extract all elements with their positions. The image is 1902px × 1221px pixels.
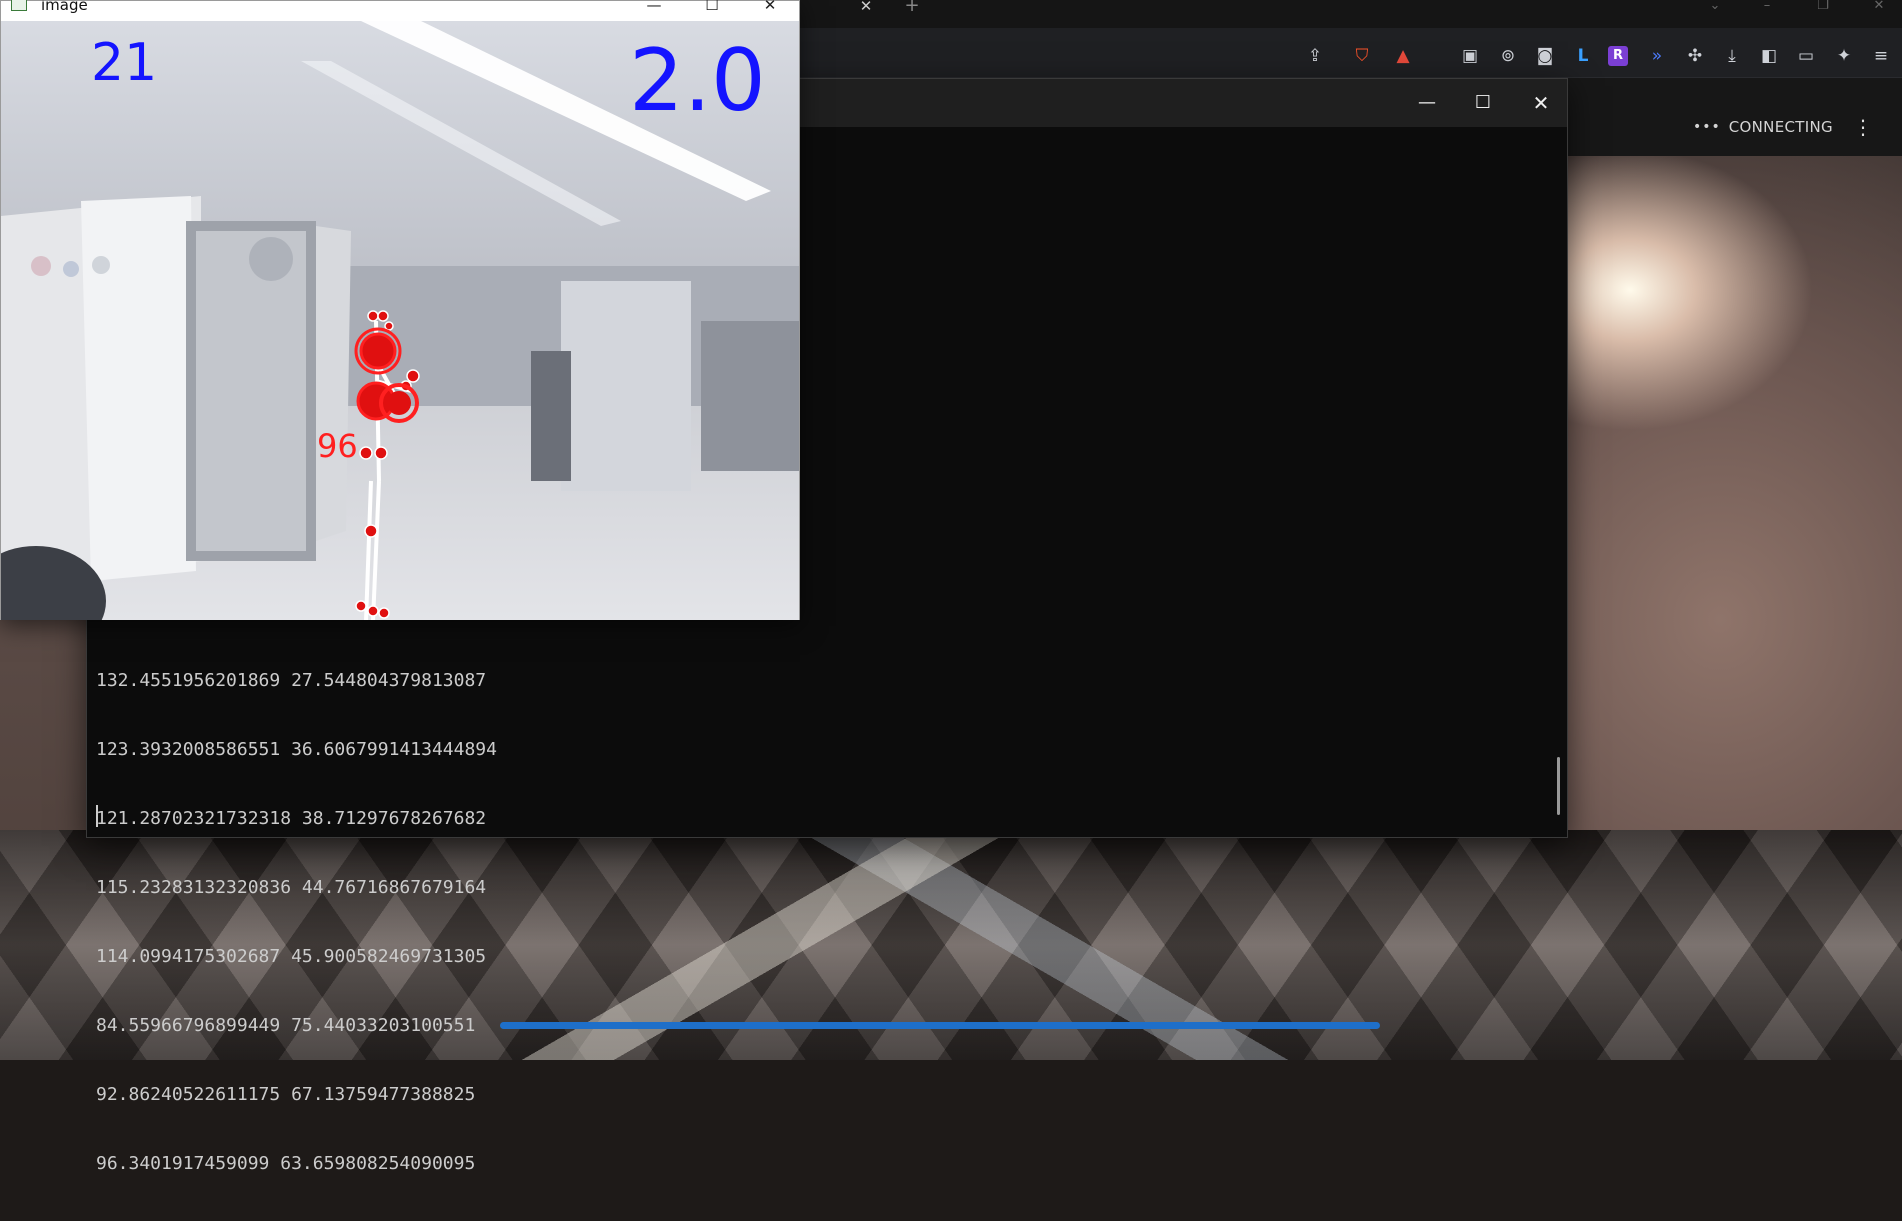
tab-close-icon[interactable]: ✕ xyxy=(856,0,876,14)
browser-close-icon[interactable]: ✕ xyxy=(1856,0,1902,14)
terminal-scrollbar[interactable] xyxy=(1557,757,1560,815)
image-close-icon[interactable]: ✕ xyxy=(747,0,793,15)
camera-frame: 21 2.0 96 xyxy=(1,21,799,620)
new-tab-icon[interactable]: + xyxy=(902,0,922,15)
image-minimize-icon[interactable]: — xyxy=(631,0,677,15)
extension-glasses-icon[interactable]: ⊚ xyxy=(1496,44,1520,68)
image-app-icon xyxy=(11,0,27,11)
terminal-line: 84.55966796899449 75.44033203100551 xyxy=(96,1015,476,1036)
terminal-maximize-icon[interactable]: ☐ xyxy=(1460,87,1506,119)
leo-ai-icon[interactable]: ✦ xyxy=(1832,44,1856,68)
extensions-puzzle-icon[interactable]: ✣ xyxy=(1683,44,1707,68)
browser-minimize-icon[interactable]: – xyxy=(1744,0,1790,14)
connection-status-label: CONNECTING xyxy=(1728,118,1833,136)
image-window: image — ☐ ✕ 21 2.0 96 xyxy=(0,0,800,620)
terminal-minimize-icon[interactable]: — xyxy=(1404,87,1450,119)
terminal-line: 114.0994175302687 45.900582469731305 xyxy=(96,946,487,967)
terminal-line: 132.4551956201869 27.544804379813087 xyxy=(96,670,487,691)
image-maximize-icon[interactable]: ☐ xyxy=(689,0,735,15)
app-menu-icon[interactable]: ⋮ xyxy=(1853,114,1873,140)
extension-r-icon[interactable]: R xyxy=(1608,46,1628,66)
frame-count-overlay: 21 xyxy=(91,33,158,93)
extension-camera-icon[interactable]: ◙ xyxy=(1533,44,1557,68)
downloads-icon[interactable]: ⤓ xyxy=(1720,44,1744,68)
terminal-output: 132.4551956201869 27.544804379813087 123… xyxy=(96,623,796,1221)
brave-shield-icon[interactable]: ⛉ xyxy=(1350,44,1374,68)
status-dots-icon: ••• xyxy=(1693,119,1721,135)
terminal-close-icon[interactable]: ✕ xyxy=(1518,87,1564,119)
terminal-line: 96.3401917459099 63.659808254090095 xyxy=(96,1153,476,1174)
terminal-cursor xyxy=(96,805,98,827)
brave-rewards-icon[interactable]: ▲ xyxy=(1391,44,1415,68)
browser-restore-icon[interactable]: ❐ xyxy=(1800,0,1846,14)
image-titlebar[interactable]: image — ☐ ✕ xyxy=(1,0,799,21)
extension-wave-icon[interactable]: » xyxy=(1645,44,1669,68)
wallet-icon[interactable]: ▭ xyxy=(1794,44,1818,68)
extension-l-icon[interactable]: L xyxy=(1571,44,1595,68)
connection-status: ••• CONNECTING xyxy=(1693,116,1833,138)
terminal-line: 123.3932008586551 36.6067991413444894 xyxy=(96,739,497,760)
extension-photo-icon[interactable]: ▣ xyxy=(1458,44,1482,68)
scale-overlay: 2.0 xyxy=(629,31,766,131)
menu-icon[interactable]: ≡ xyxy=(1869,44,1893,68)
terminal-line: 115.23283132320836 44.76716867679164 xyxy=(96,877,487,898)
share-icon[interactable]: ⇪ xyxy=(1303,44,1327,68)
sidebar-icon[interactable]: ◧ xyxy=(1757,44,1781,68)
terminal-line: 121.28702321732318 38.71297678267682 xyxy=(96,808,487,829)
joint-angle-overlay: 96 xyxy=(317,427,358,465)
tab-search-icon[interactable]: ⌄ xyxy=(1692,0,1738,14)
terminal-line: 92.86240522611175 67.13759477388825 xyxy=(96,1084,476,1105)
image-window-title: image xyxy=(41,0,88,14)
